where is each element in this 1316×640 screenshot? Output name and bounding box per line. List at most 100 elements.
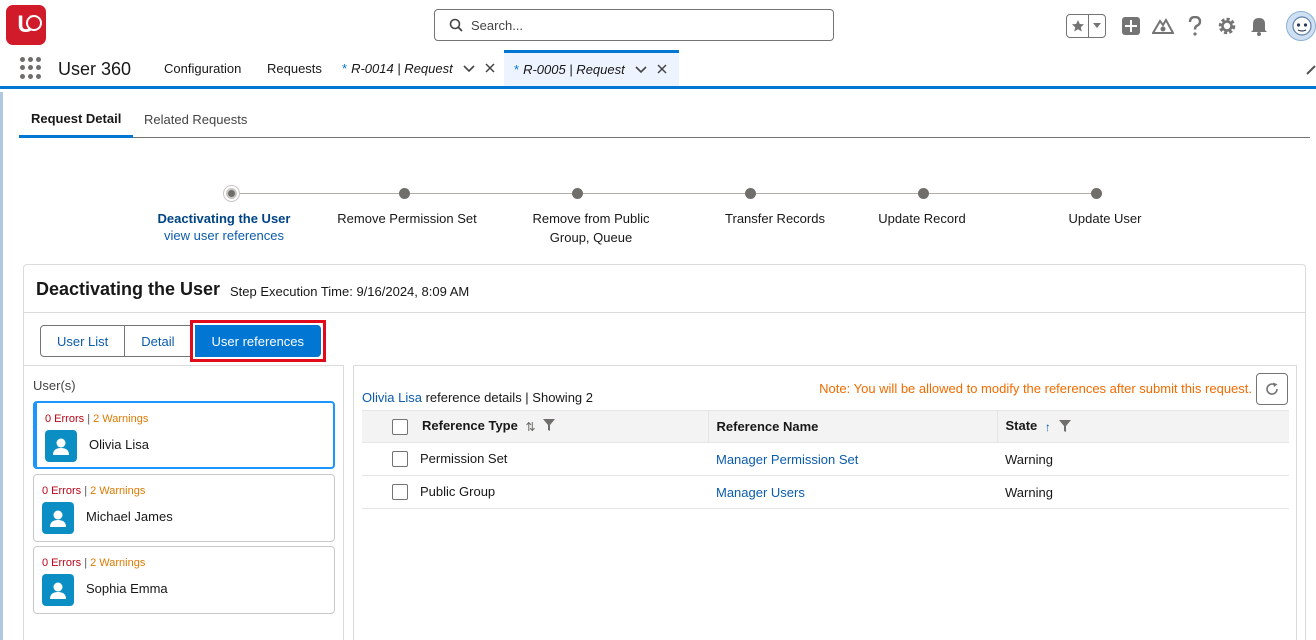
close-tab-icon[interactable] — [657, 62, 667, 77]
tab-request-detail[interactable]: Request Detail — [19, 101, 134, 138]
user-card-michael-james[interactable]: 0 Errors | 2 Warnings Michael James — [33, 474, 335, 542]
user-references-button[interactable]: User references — [194, 325, 322, 357]
tab-label: R-0014 | Request — [351, 60, 453, 76]
chevron-down-icon[interactable] — [463, 61, 475, 76]
path-step-dot-current[interactable] — [224, 186, 239, 201]
user-status-summary: 0 Errors | 2 Warnings — [45, 413, 148, 425]
app-launcher-icon[interactable] — [20, 57, 42, 79]
step-execution-time: Step Execution Time: 9/16/2024, 8:09 AM — [230, 284, 470, 299]
reference-type-text: Public Group — [420, 483, 496, 499]
column-header-reference-name[interactable]: Reference Name — [707, 410, 997, 443]
detail-button[interactable]: Detail — [125, 325, 192, 357]
search-placeholder: Search... — [471, 17, 524, 33]
path-step-dot[interactable] — [1091, 188, 1102, 199]
workspace-tab-r-0014[interactable]: * R-0014 | Request — [334, 50, 504, 86]
warning-count: 2 Warnings — [93, 413, 149, 425]
user-avatar-icon — [45, 430, 77, 462]
user-status-summary: 0 Errors | 2 Warnings — [42, 485, 145, 497]
tab-related-requests[interactable]: Related Requests — [132, 101, 259, 137]
path-step-label: Remove from Public Group, Queue — [532, 211, 650, 245]
users-panel-title: User(s) — [33, 378, 76, 393]
path-step-dot[interactable] — [572, 188, 583, 199]
warning-count: 2 Warnings — [90, 557, 146, 569]
app-name: User 360 — [58, 59, 132, 79]
users-panel: User(s) 0 Errors | 2 Warnings Olivia Lis… — [24, 365, 344, 640]
workspace-tab-r-0005[interactable]: * R-0005 | Request — [504, 50, 679, 86]
notifications-bell-icon[interactable] — [1248, 15, 1270, 37]
global-header: U Search... — [0, 0, 1316, 50]
help-icon[interactable] — [1184, 15, 1206, 37]
table-header-row: Reference Type ⇅ Reference Name State ↑ — [362, 410, 1289, 443]
record-subtabs: Request Detail Related Requests — [19, 101, 1310, 138]
reference-name-link[interactable]: Manager Permission Set — [708, 442, 997, 476]
highlight-box: User references — [189, 320, 327, 362]
reference-type-text: Permission Set — [420, 450, 508, 466]
references-panel: Olivia Lisa reference details | Showing … — [353, 365, 1297, 640]
user-name: Sophia Emma — [86, 581, 168, 596]
chevron-down-icon[interactable] — [635, 62, 647, 77]
path-step-label: Remove Permission Set — [337, 211, 477, 226]
user-name: Michael James — [86, 509, 173, 524]
status-separator: | — [84, 485, 88, 497]
close-tab-icon[interactable] — [485, 61, 495, 76]
row-checkbox[interactable] — [392, 484, 408, 501]
cell-state: Warning — [997, 442, 1289, 476]
search-input[interactable]: Search... — [434, 9, 834, 41]
table-row: Permission Set Manager Permission Set Wa… — [362, 442, 1289, 476]
error-count: 0 Errors — [45, 413, 85, 425]
cell-reference-type: Public Group — [362, 475, 708, 509]
error-count: 0 Errors — [42, 485, 82, 497]
column-header-state[interactable]: State ↑ — [996, 410, 1289, 443]
refresh-icon — [1266, 382, 1278, 395]
header-utility-icons — [1066, 11, 1316, 41]
references-title-text: reference details | Showing 2 — [421, 390, 593, 405]
status-separator: | — [87, 413, 91, 425]
logo-badge-icon — [26, 15, 42, 31]
user-list-button[interactable]: User List — [40, 325, 126, 357]
path-step-dot[interactable] — [745, 188, 756, 199]
app-navigation-bar: User 360 Configuration Requests * R-0014… — [0, 50, 1316, 89]
sort-icon[interactable]: ⇅ — [525, 420, 535, 434]
selected-user-link[interactable]: Olivia Lisa — [362, 390, 422, 405]
column-label: Reference Type — [422, 418, 518, 434]
add-icon[interactable] — [1120, 15, 1142, 37]
path-step-label-current: Deactivating the User — [157, 211, 291, 226]
app-logo[interactable]: U — [6, 5, 46, 45]
sort-ascending-icon[interactable]: ↑ — [1045, 420, 1051, 434]
card-title: Deactivating the User — [36, 279, 221, 299]
view-user-references-link[interactable]: view user references — [144, 228, 304, 243]
references-table: Reference Type ⇅ Reference Name State ↑ — [362, 410, 1289, 509]
unsaved-star: * — [514, 62, 520, 77]
trailhead-icon[interactable] — [1152, 15, 1174, 37]
cell-state: Warning — [997, 475, 1289, 509]
nav-item-configuration[interactable]: Configuration — [164, 50, 241, 86]
settings-gear-icon[interactable] — [1216, 15, 1238, 37]
column-header-reference-type[interactable]: Reference Type ⇅ — [362, 410, 708, 443]
view-button-group: User List Detail User references — [40, 320, 327, 362]
reference-name-link[interactable]: Manager Users — [708, 475, 997, 509]
user-avatar-icon — [42, 574, 74, 606]
filter-icon[interactable] — [543, 419, 556, 434]
user-avatar-icon — [42, 502, 74, 534]
user-card-sophia-emma[interactable]: 0 Errors | 2 Warnings Sophia Emma — [33, 546, 335, 614]
filter-icon[interactable] — [1058, 419, 1071, 435]
path-step-label: Update Record — [878, 211, 966, 226]
row-checkbox[interactable] — [392, 451, 408, 468]
nav-item-requests[interactable]: Requests — [267, 50, 322, 86]
search-icon — [449, 18, 463, 32]
favorites-button-group — [1066, 14, 1106, 38]
status-separator: | — [84, 557, 88, 569]
user-status-summary: 0 Errors | 2 Warnings — [42, 557, 145, 569]
references-title: Olivia Lisa reference details | Showing … — [362, 390, 593, 405]
error-count: 0 Errors — [42, 557, 82, 569]
edit-nav-pencil-icon[interactable] — [1306, 64, 1316, 78]
unsaved-star: * — [342, 60, 348, 76]
refresh-button[interactable] — [1256, 373, 1288, 405]
user-profile-avatar[interactable] — [1286, 11, 1316, 41]
favorites-star-icon[interactable] — [1067, 15, 1089, 37]
favorites-dropdown-icon[interactable] — [1089, 15, 1105, 37]
path-step-dot[interactable] — [918, 188, 929, 199]
user-card-olivia-lisa[interactable]: 0 Errors | 2 Warnings Olivia Lisa — [33, 401, 335, 469]
select-all-checkbox[interactable] — [392, 418, 408, 435]
path-step-dot[interactable] — [399, 188, 410, 199]
